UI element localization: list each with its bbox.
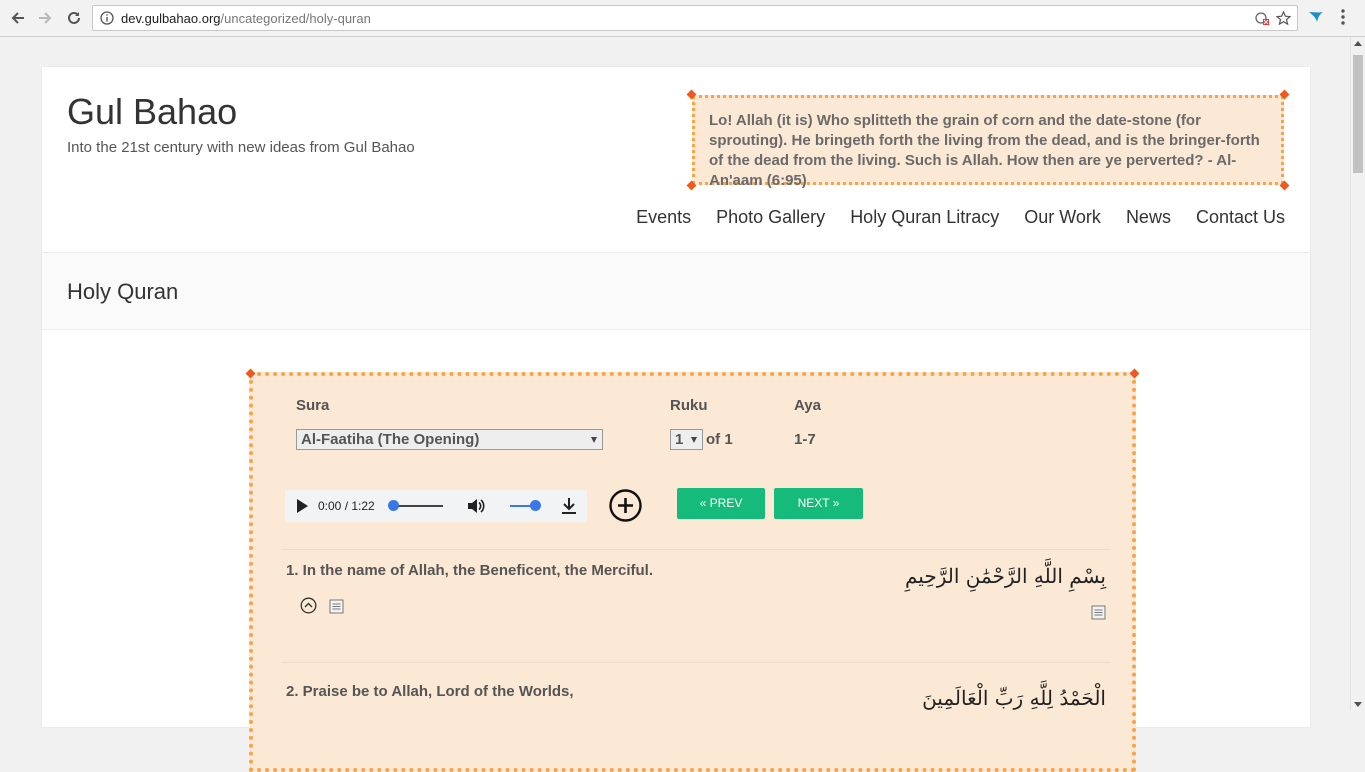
- audio-time: 0:00 / 1:22: [318, 499, 375, 513]
- divider: [281, 549, 1111, 550]
- add-circle-icon[interactable]: [609, 489, 642, 527]
- page-container: Gul Bahao Into the 21st century with new…: [42, 67, 1310, 772]
- bookmark-star-icon[interactable]: [1275, 10, 1292, 31]
- extension-icon[interactable]: [1307, 8, 1325, 31]
- page-title-band: Holy Quran: [42, 252, 1310, 330]
- next-button[interactable]: NEXT »: [774, 488, 863, 519]
- nav-item-contact-us[interactable]: Contact Us: [1196, 207, 1285, 228]
- page-scrollbar[interactable]: [1350, 37, 1365, 711]
- sura-selected-value: Al-Faatiha (The Opening): [301, 431, 480, 448]
- aya-label: Aya: [794, 397, 821, 414]
- scroll-thumb[interactable]: [1353, 55, 1363, 173]
- quote-box: Lo! Allah (it is) Who splitteth the grai…: [686, 89, 1290, 191]
- nav-item-holy-quran-litracy[interactable]: Holy Quran Litracy: [850, 207, 999, 228]
- site-tagline: Into the 21st century with new ideas fro…: [67, 139, 415, 156]
- chevron-down-icon: [591, 437, 597, 443]
- ruku-label: Ruku: [670, 397, 708, 414]
- nav-item-news[interactable]: News: [1126, 207, 1171, 228]
- address-bar[interactable]: dev.gulbahao.org/uncategorized/holy-qura…: [92, 5, 1298, 31]
- seek-bar[interactable]: [393, 505, 443, 507]
- quote-text: Lo! Allah (it is) Who splitteth the grai…: [709, 112, 1260, 189]
- corner-ornament: [245, 368, 256, 379]
- verse-arabic: بِسْمِ اللَّهِ الرَّحْمَٰنِ الرَّحِيمِ: [904, 564, 1106, 588]
- divider: [281, 662, 1111, 663]
- site-settings-icon[interactable]: [1255, 11, 1270, 31]
- page-title: Holy Quran: [67, 279, 179, 304]
- corner-ornament: [1279, 89, 1290, 100]
- quran-panel: Sura Al-Faatiha (The Opening) Ruku 1 of …: [245, 368, 1140, 772]
- chevron-down-icon: [691, 437, 697, 443]
- notes-icon[interactable]: [329, 599, 344, 619]
- main-nav: Events Photo Gallery Holy Quran Litracy …: [636, 207, 1285, 228]
- corner-ornament: [1129, 368, 1140, 379]
- verse-translation: 1. In the name of Allah, the Beneficent,…: [286, 562, 654, 579]
- nav-item-our-work[interactable]: Our Work: [1024, 207, 1101, 228]
- download-icon[interactable]: [561, 497, 577, 520]
- aya-range: 1-7: [794, 431, 816, 448]
- sura-label: Sura: [296, 397, 330, 414]
- ruku-of-text: of 1: [706, 431, 733, 448]
- ruku-selected-value: 1: [675, 431, 684, 448]
- forward-arrow-icon[interactable]: [35, 8, 55, 28]
- sura-select[interactable]: Al-Faatiha (The Opening): [296, 429, 603, 450]
- notes-icon[interactable]: [1091, 605, 1106, 625]
- menu-dots-icon[interactable]: [1340, 8, 1346, 31]
- scroll-up-icon[interactable]: [1354, 41, 1362, 46]
- back-arrow-icon[interactable]: [8, 8, 28, 28]
- ruku-select[interactable]: 1: [670, 429, 703, 450]
- nav-item-photo-gallery[interactable]: Photo Gallery: [716, 207, 825, 228]
- audio-player: 0:00 / 1:22: [285, 490, 587, 522]
- url-text: dev.gulbahao.org/uncategorized/holy-qura…: [121, 11, 371, 26]
- verse-translation: 2. Praise be to Allah, Lord of the World…: [286, 683, 574, 700]
- corner-ornament: [1279, 180, 1290, 191]
- corner-ornament: [686, 180, 697, 191]
- verse-arabic: الْحَمْدُ لِلَّهِ رَبِّ الْعَالَمِينَ: [922, 686, 1106, 710]
- nav-item-events[interactable]: Events: [636, 207, 691, 228]
- seek-handle[interactable]: [388, 500, 399, 511]
- corner-ornament: [686, 89, 697, 100]
- chevron-up-circle-icon[interactable]: [300, 597, 317, 619]
- info-icon[interactable]: [100, 11, 114, 30]
- volume-icon[interactable]: [467, 497, 486, 520]
- scroll-down-icon[interactable]: [1354, 702, 1362, 707]
- play-icon[interactable]: [295, 498, 309, 519]
- volume-handle[interactable]: [530, 500, 541, 511]
- prev-button[interactable]: « PREV: [677, 488, 765, 519]
- reload-icon[interactable]: [64, 8, 84, 28]
- browser-toolbar: dev.gulbahao.org/uncategorized/holy-qura…: [0, 0, 1365, 37]
- site-title[interactable]: Gul Bahao: [67, 91, 237, 133]
